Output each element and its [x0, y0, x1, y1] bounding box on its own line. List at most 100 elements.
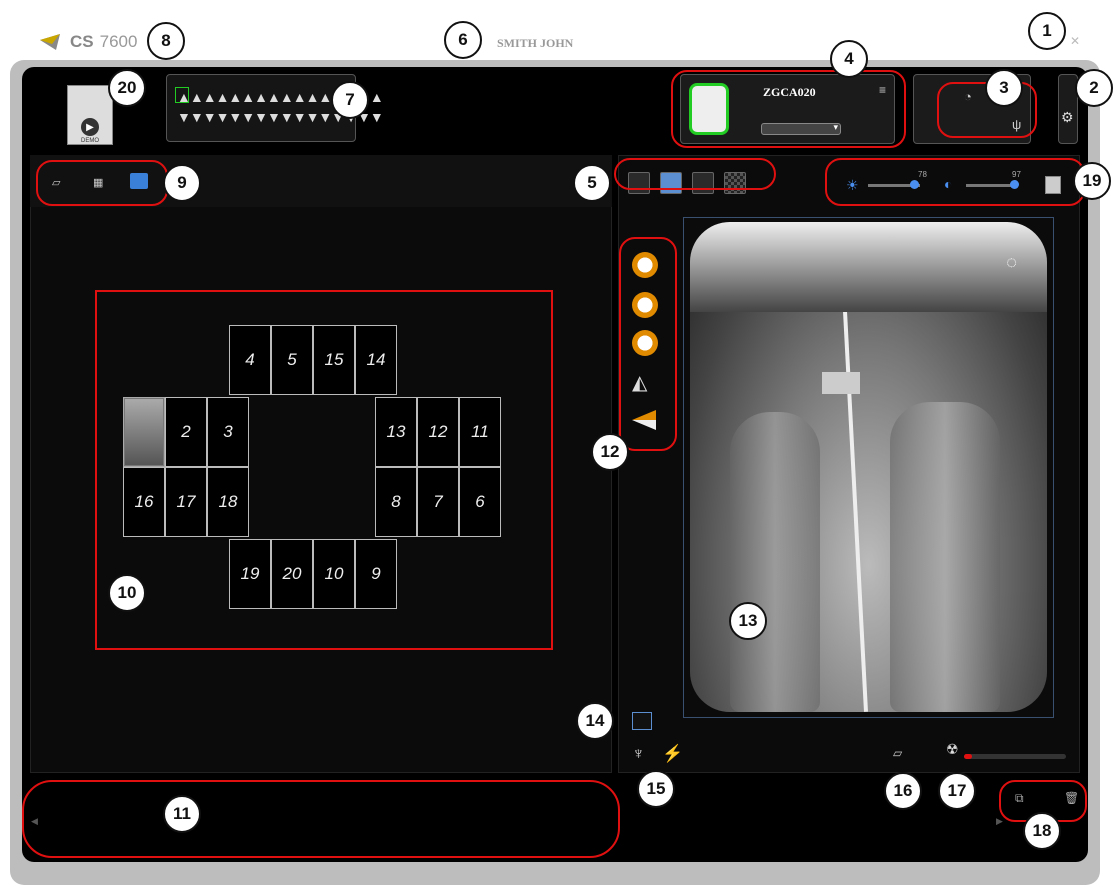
hamburger-icon[interactable]: ≡ — [879, 83, 886, 97]
radiation-icon: ☢ — [946, 741, 959, 757]
tooth-cell[interactable]: 2 — [165, 397, 207, 467]
patient-name: SMITH JOHN — [497, 36, 574, 50]
xray-file-handle — [822, 372, 860, 394]
callout-4: 4 — [830, 40, 868, 78]
callout-8: 8 — [147, 22, 185, 60]
device-dropdown[interactable]: ▾ — [761, 122, 841, 135]
exposure-fill — [964, 754, 972, 759]
gear-icon: ⚙ — [1061, 109, 1074, 125]
tooth-cell[interactable]: 9 — [355, 539, 397, 609]
chevron-down-icon: ▾ — [833, 122, 838, 132]
tooth-cell-image[interactable] — [123, 397, 165, 467]
callout-1: 1 — [1028, 12, 1066, 50]
xray-tooth-left — [730, 412, 820, 712]
callout-7: 7 — [331, 81, 369, 119]
tooth-cell[interactable]: 10 — [313, 539, 355, 609]
callout-17: 17 — [938, 772, 976, 810]
fit-to-screen-icon[interactable] — [632, 712, 652, 730]
device-name: ZGCA020 — [763, 85, 816, 99]
slider-thumb[interactable] — [1010, 180, 1019, 189]
demo-button[interactable]: ▶ DEMO — [67, 85, 113, 145]
scroll-left-icon[interactable]: ◀ — [31, 816, 38, 827]
tooth-cell[interactable]: 12 — [417, 397, 459, 467]
flip-horizontal-icon[interactable]: ◭ — [632, 370, 647, 395]
usb-icon: ψ — [1012, 117, 1022, 132]
sensor-icon[interactable]: ▱ — [52, 176, 60, 189]
callout-10: 10 — [108, 574, 146, 612]
brightness-slider[interactable] — [868, 180, 920, 189]
callout-6: 6 — [444, 21, 482, 59]
brightness-value: 78 — [918, 170, 927, 179]
device-panel[interactable]: ZGCA020 ≡ ▾ — [680, 74, 895, 144]
tooth-cell[interactable]: 16 — [123, 467, 165, 537]
logo-version: 7600 — [99, 32, 138, 51]
reset-adjust-button[interactable] — [1045, 176, 1061, 194]
contrast-slider[interactable] — [966, 180, 1019, 189]
sensor-status-icon: ▱ — [893, 746, 903, 760]
callout-2: 2 — [1075, 69, 1113, 107]
play-icon: ▶ — [81, 118, 99, 136]
tooth-cell[interactable]: 19 — [229, 539, 271, 609]
grid-icon[interactable]: ▦ — [93, 176, 103, 189]
tooth-grid-panel — [30, 155, 612, 773]
contrast-icon: ◐ — [944, 176, 953, 192]
callout-9: 9 — [163, 164, 201, 202]
callout-19: 19 — [1073, 162, 1111, 200]
contrast-value: 97 — [1012, 170, 1021, 179]
view-tooth-button[interactable] — [660, 172, 682, 194]
rotate-90-cw-icon[interactable] — [632, 252, 658, 278]
xray-upper-dark — [690, 222, 1047, 312]
xray-thumbnail — [125, 399, 163, 465]
tooth-cell[interactable]: 20 — [271, 539, 313, 609]
xray-root-canal-file — [842, 292, 868, 712]
view-mode-buttons — [628, 172, 746, 194]
callout-3: 3 — [985, 69, 1023, 107]
wifi-icon: ◔ — [964, 89, 972, 104]
callout-12: 12 — [591, 433, 629, 471]
view-single-button[interactable] — [628, 172, 650, 194]
device-icon — [689, 83, 729, 135]
tooth-tool-icon[interactable]: ♆ — [632, 744, 645, 764]
callout-16: 16 — [884, 772, 922, 810]
tooth-cell[interactable]: 11 — [459, 397, 501, 467]
callout-20: 20 — [108, 69, 146, 107]
tooth-cell[interactable]: 4 — [229, 325, 271, 395]
copy-icon[interactable]: ⧉ — [1015, 791, 1024, 806]
scroll-right-icon[interactable]: ▶ — [996, 816, 1003, 827]
tooth-highlight-icon[interactable]: ⚡ — [662, 744, 683, 764]
tooth-cell[interactable]: 13 — [375, 397, 417, 467]
view-checker-button[interactable] — [724, 172, 746, 194]
rotate-180-icon[interactable] — [632, 292, 658, 318]
callout-18: 18 — [1023, 812, 1061, 850]
tooth-cell[interactable]: 18 — [207, 467, 249, 537]
cs-logo-icon — [40, 34, 60, 50]
callout-5: 5 — [573, 164, 611, 202]
rotate-90-ccw-icon[interactable] — [632, 330, 658, 356]
template-icon[interactable] — [130, 173, 148, 189]
tooth-cell[interactable]: 17 — [165, 467, 207, 537]
app-logo: CS 7600 — [38, 32, 137, 52]
xray-tooth-right — [890, 402, 1000, 712]
tooth-cell[interactable]: 7 — [417, 467, 459, 537]
callout-13: 13 — [729, 602, 767, 640]
brightness-icon: ☀ — [846, 177, 859, 193]
close-icon[interactable]: ✕ — [1070, 34, 1080, 48]
tooth-cell[interactable]: 3 — [207, 397, 249, 467]
tooth-cell[interactable]: 5 — [271, 325, 313, 395]
tooth-cell[interactable]: 8 — [375, 467, 417, 537]
slider-thumb[interactable] — [910, 180, 919, 189]
dental-chart-thumbnail[interactable]: ▲▲▲▲▲▲▲▲▲▲▲▲▲▲▲▲ ▼▼▼▼▼▼▼▼▼▼▼▼▼▼▼▼ — [166, 74, 384, 142]
tooth-cell[interactable]: 15 — [313, 325, 355, 395]
tooth-cell[interactable]: 6 — [459, 467, 501, 537]
demo-label: DEMO — [81, 138, 99, 144]
selected-tooth-marker — [175, 87, 189, 103]
exposure-bar — [964, 754, 1066, 759]
xray-corner-icon: ◌ — [1006, 252, 1017, 272]
view-xray-button[interactable] — [692, 172, 714, 194]
callout-14: 14 — [576, 702, 614, 740]
left-toolbar — [30, 155, 612, 207]
callout-15: 15 — [637, 770, 675, 808]
logo-text: CS — [70, 32, 94, 51]
tooth-cell[interactable]: 14 — [355, 325, 397, 395]
trash-icon[interactable]: 🗑 — [1064, 791, 1079, 805]
